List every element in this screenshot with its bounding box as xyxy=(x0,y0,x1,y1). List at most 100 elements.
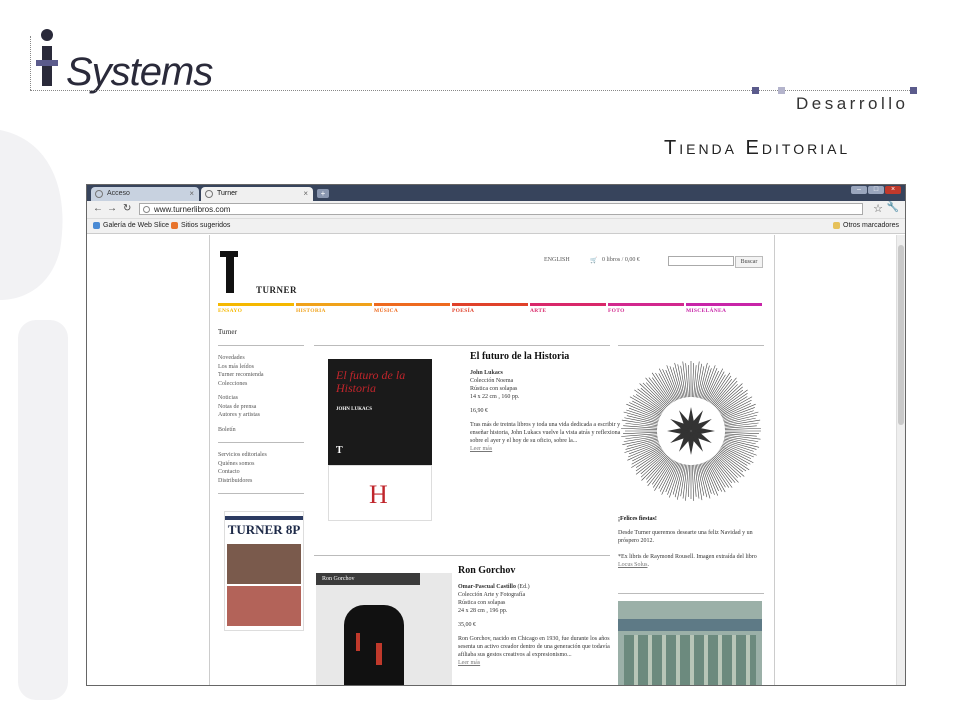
tab-label: Turner xyxy=(217,190,238,197)
other-bookmarks[interactable]: Otros marcadores xyxy=(833,219,899,233)
url-text: www.turnerlibros.com xyxy=(154,205,231,214)
maximize-button[interactable]: □ xyxy=(868,186,884,194)
favicon-icon xyxy=(95,190,103,198)
search-button[interactable]: Buscar xyxy=(735,256,763,268)
navigation-bar: ← → ↻ www.turnerlibros.com ☆ 🔧 xyxy=(87,201,905,219)
book-author[interactable]: Omar-Pascual Castillo xyxy=(458,584,516,590)
magazine-image xyxy=(227,586,301,626)
nav-link[interactable]: Turner recomienda xyxy=(218,371,304,380)
close-window-button[interactable]: × xyxy=(885,186,901,194)
locus-solus-link[interactable]: Locus Solus xyxy=(618,562,648,568)
scrollbar[interactable] xyxy=(896,235,905,685)
cover-mark: T xyxy=(336,445,343,456)
tab-turner[interactable]: Turner × xyxy=(201,187,313,201)
nav-link[interactable]: Novedades xyxy=(218,354,304,363)
new-tab-button[interactable]: + xyxy=(317,189,329,198)
read-more-link[interactable]: Leer más xyxy=(458,659,612,667)
close-tab-icon[interactable]: × xyxy=(189,187,194,201)
book-format: 14 x 22 cm , 160 pp. xyxy=(470,394,520,400)
bookmark-label: Galería de Web Slice xyxy=(103,222,170,229)
book-cover[interactable]: Ron Gorchov xyxy=(316,573,452,685)
nav-link[interactable]: Los más leídos xyxy=(218,363,304,372)
magazine-cover[interactable]: TURNER 8P xyxy=(224,511,304,631)
page-title: Tienda Editorial xyxy=(664,137,851,159)
book-info: El futuro de la Historia John Lukacs Col… xyxy=(470,351,624,453)
mosaic-image[interactable] xyxy=(618,601,762,685)
divider xyxy=(314,555,610,556)
divider xyxy=(314,345,610,346)
browser-window: Acceso × Turner × + – □ × ← → ↻ www.turn… xyxy=(86,184,906,686)
author-role: (Ed.) xyxy=(517,584,530,590)
forward-arrow-icon[interactable]: → xyxy=(107,203,117,214)
read-more-link[interactable]: Leer más xyxy=(470,445,624,453)
category-arte[interactable]: ARTE xyxy=(530,303,606,314)
nav-link[interactable]: Notas de prensa xyxy=(218,403,304,412)
minimize-button[interactable]: – xyxy=(851,186,867,194)
nav-link[interactable]: Contacto xyxy=(218,468,304,477)
greeting-title: ¡Felices fiestas! xyxy=(618,516,657,522)
category-ensayo[interactable]: ENSAYO xyxy=(218,303,294,314)
category-nav: ENSAYO HISTORIA MÚSICA POESÍA ARTE FOTO … xyxy=(218,303,766,315)
book-price: 35,00 € xyxy=(458,622,476,628)
bookmark-label: Otros marcadores xyxy=(843,222,900,229)
book-collection: Colección Noema xyxy=(470,378,514,384)
book-cover[interactable]: El futuro de la Historia JOHN LUKACS T H xyxy=(328,359,432,521)
scrollbar-thumb[interactable] xyxy=(898,245,904,425)
nav-link[interactable]: Autores y artistas xyxy=(218,411,304,420)
cart-status[interactable]: 0 libros / 0,00 € xyxy=(602,257,640,263)
cover-author: JOHN LUKACS xyxy=(336,407,372,412)
close-tab-icon[interactable]: × xyxy=(303,187,308,201)
folder-icon xyxy=(833,222,840,229)
category-musica[interactable]: MÚSICA xyxy=(374,303,450,314)
category-poesia[interactable]: POESÍA xyxy=(452,303,528,314)
greeting-text: Desde Turner queremos desearte una feliz… xyxy=(618,530,753,544)
book-title[interactable]: El futuro de la Historia xyxy=(470,351,624,363)
cart-icon[interactable]: 🛒 xyxy=(590,257,597,264)
nav-link[interactable]: Servicios editoriales xyxy=(218,451,304,460)
suggested-sites-icon xyxy=(171,222,178,229)
wrench-icon[interactable]: 🔧 xyxy=(887,202,899,213)
tab-acceso[interactable]: Acceso × xyxy=(91,187,199,201)
page-icon xyxy=(143,206,150,213)
cover-band: Ron Gorchov xyxy=(316,573,420,585)
divider xyxy=(618,345,764,346)
bookmark-web-slice[interactable]: Galería de Web Slice xyxy=(93,219,169,233)
nav-link[interactable]: Colecciones xyxy=(218,380,304,389)
accent-square xyxy=(778,87,785,94)
i-letter-icon xyxy=(36,29,58,86)
category-historia[interactable]: HISTORIA xyxy=(296,303,372,314)
magazine-image xyxy=(227,544,301,584)
bookmark-star-icon[interactable]: ☆ xyxy=(873,202,883,215)
book-author[interactable]: John Lukacs xyxy=(470,369,624,377)
brand-name: Systems xyxy=(66,50,213,94)
cover-bottom: H xyxy=(328,465,432,521)
nav-group: Servicios editoriales Quiénes somos Cont… xyxy=(218,442,304,485)
book-binding: Rústica con solapas xyxy=(470,386,518,392)
book-blurb: Tras más de treinta libros y toda una vi… xyxy=(470,422,621,444)
window-controls: – □ × xyxy=(851,186,901,194)
turner-t-logo[interactable] xyxy=(220,251,238,293)
ex-libris-image[interactable] xyxy=(618,355,764,507)
cover-letter: H xyxy=(369,480,388,509)
nav-link[interactable]: Quiénes somos xyxy=(218,460,304,469)
category-foto[interactable]: FOTO xyxy=(608,303,684,314)
bookmark-sitios[interactable]: Sitios sugeridos xyxy=(171,219,230,233)
nav-link[interactable]: Distribuidores xyxy=(218,477,304,486)
header-divider-vertical xyxy=(30,36,31,90)
back-arrow-icon[interactable]: ← xyxy=(93,203,103,214)
book-info: Ron Gorchov Omar-Pascual Castillo (Ed.) … xyxy=(458,565,612,667)
accent-square xyxy=(752,87,759,94)
divider xyxy=(618,593,764,594)
book-title[interactable]: Ron Gorchov xyxy=(458,565,612,577)
book-format: 24 x 28 cm , 196 pp. xyxy=(458,608,508,614)
english-link[interactable]: ENGLISH xyxy=(544,257,570,263)
search-input[interactable] xyxy=(668,256,734,266)
category-miscelanea[interactable]: MISCELÁNEA xyxy=(686,303,762,314)
nav-link[interactable]: Boletín xyxy=(218,426,304,435)
address-bar[interactable]: www.turnerlibros.com xyxy=(139,203,863,215)
greeting-block: ¡Felices fiestas! Desde Turner queremos … xyxy=(618,515,764,569)
reload-icon[interactable]: ↻ xyxy=(123,203,131,214)
bookmarks-bar: Galería de Web Slice Sitios sugeridos Ot… xyxy=(87,219,905,234)
caption-suffix: . xyxy=(647,562,650,568)
nav-link[interactable]: Noticias xyxy=(218,394,304,403)
